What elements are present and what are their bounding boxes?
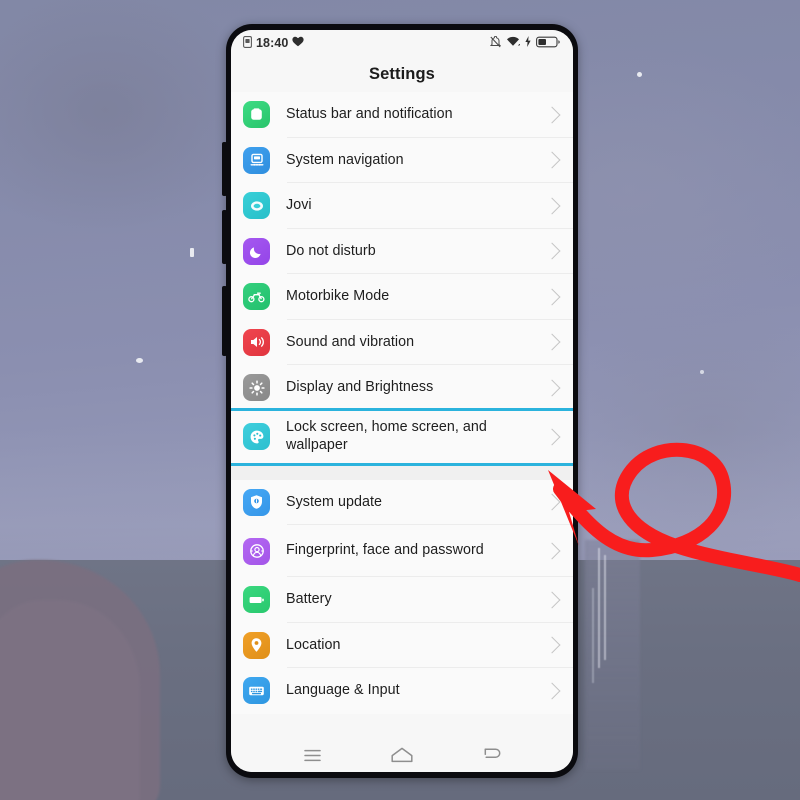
status-bar-clock: 18:40	[256, 36, 289, 50]
chevron-right-icon	[543, 288, 561, 306]
settings-row[interactable]: Sound and vibration	[231, 319, 573, 365]
chevron-right-icon	[543, 493, 561, 511]
chevron-right-icon	[543, 197, 561, 215]
settings-row-label: Jovi	[286, 197, 312, 214]
settings-row[interactable]: Motorbike Mode	[231, 274, 573, 320]
wallpaper-speck	[700, 370, 704, 374]
jovi-icon	[243, 192, 270, 220]
list-section-gap	[231, 462, 573, 480]
settings-row[interactable]: System navigation	[231, 137, 573, 183]
keyboard-icon	[243, 677, 270, 705]
settings-row-label: System update	[286, 493, 383, 510]
back-icon[interactable]	[479, 744, 505, 766]
phone-screen: 18:40 Settings Status bar and notificati…	[231, 30, 573, 772]
notification-muted-icon	[489, 35, 502, 51]
settings-row-label: Display and Brightness	[286, 379, 434, 396]
settings-row[interactable]: System update	[231, 479, 573, 525]
page-title: Settings	[369, 64, 435, 83]
status-bar-left: 18:40	[243, 35, 305, 51]
battery-icon	[536, 36, 560, 51]
recents-icon[interactable]	[299, 744, 325, 766]
wifi-icon	[506, 36, 521, 50]
location-pin-icon	[243, 631, 270, 659]
speaker-icon	[243, 328, 270, 356]
settings-row[interactable]: Battery	[231, 577, 573, 623]
chevron-right-icon	[543, 591, 561, 609]
volume-up-key[interactable]	[222, 142, 227, 196]
wallpaper-pole	[592, 588, 594, 683]
chevron-right-icon	[543, 428, 561, 445]
page-title-bar: Settings	[231, 56, 573, 92]
status-bar-right	[489, 35, 560, 51]
palette-icon	[243, 423, 270, 450]
settings-row-label: Sound and vibration	[286, 333, 415, 350]
moon-icon	[243, 237, 270, 265]
heart-icon	[292, 36, 305, 50]
settings-row[interactable]: Language & Input	[231, 668, 573, 714]
chevron-right-icon	[543, 636, 561, 654]
chevron-right-icon	[543, 682, 561, 700]
chevron-right-icon	[543, 542, 561, 560]
settings-row[interactable]: Jovi	[231, 183, 573, 229]
wallpaper-speck	[637, 72, 642, 77]
settings-row[interactable]: Location	[231, 622, 573, 668]
chevron-right-icon	[543, 333, 561, 351]
motorbike-icon	[243, 283, 270, 311]
settings-row-label: Status bar and notification	[286, 106, 453, 123]
settings-row-label: Motorbike Mode	[286, 288, 390, 305]
shield-update-icon	[243, 488, 270, 516]
system-navigation-bar	[231, 738, 573, 772]
volume-down-key[interactable]	[222, 210, 227, 264]
settings-row-label: Language & Input	[286, 682, 400, 699]
settings-row-label: Do not disturb	[286, 242, 376, 259]
settings-row-label: Location	[286, 636, 341, 653]
settings-group: Status bar and notification System naviga…	[231, 92, 573, 466]
chevron-right-icon	[543, 151, 561, 169]
brightness-icon	[243, 374, 270, 402]
chevron-right-icon	[543, 242, 561, 260]
fingerprint-icon	[243, 537, 270, 565]
phone-device-frame: 18:40 Settings Status bar and notificati…	[222, 24, 578, 778]
home-icon[interactable]	[389, 744, 415, 766]
wallpaper-speck	[136, 358, 143, 363]
settings-row-label: Fingerprint, face and password	[286, 542, 484, 559]
system-navigation-icon	[243, 146, 270, 174]
wallpaper-speck	[190, 248, 194, 257]
settings-row[interactable]: Status bar and notification	[231, 92, 573, 138]
settings-row-label: System navigation	[286, 151, 404, 168]
charging-bolt-icon	[525, 36, 531, 50]
wallpaper-tree	[0, 600, 140, 800]
power-key[interactable]	[222, 286, 227, 356]
settings-row-label: Lock screen, home screen, and wallpaper	[286, 419, 487, 453]
chevron-right-icon	[543, 379, 561, 397]
status-bar: 18:40	[231, 30, 573, 56]
settings-row[interactable]: Do not disturb	[231, 228, 573, 274]
chevron-right-icon	[543, 106, 561, 124]
battery-settings-icon	[243, 586, 270, 614]
wallpaper-pole	[604, 555, 606, 660]
settings-list[interactable]: Status bar and notification System naviga…	[231, 92, 573, 738]
status-bar-icon	[243, 101, 270, 129]
settings-row[interactable]: Display and Brightness	[231, 365, 573, 411]
settings-group: System update Fingerprint, face and passw…	[231, 479, 573, 714]
settings-row[interactable]: Lock screen, home screen, and wallpaper	[231, 407, 573, 466]
settings-row[interactable]: Fingerprint, face and password	[231, 525, 573, 577]
wallpaper-pole	[598, 548, 600, 668]
sim-card-icon	[243, 35, 252, 51]
settings-row-label: Battery	[286, 591, 332, 608]
